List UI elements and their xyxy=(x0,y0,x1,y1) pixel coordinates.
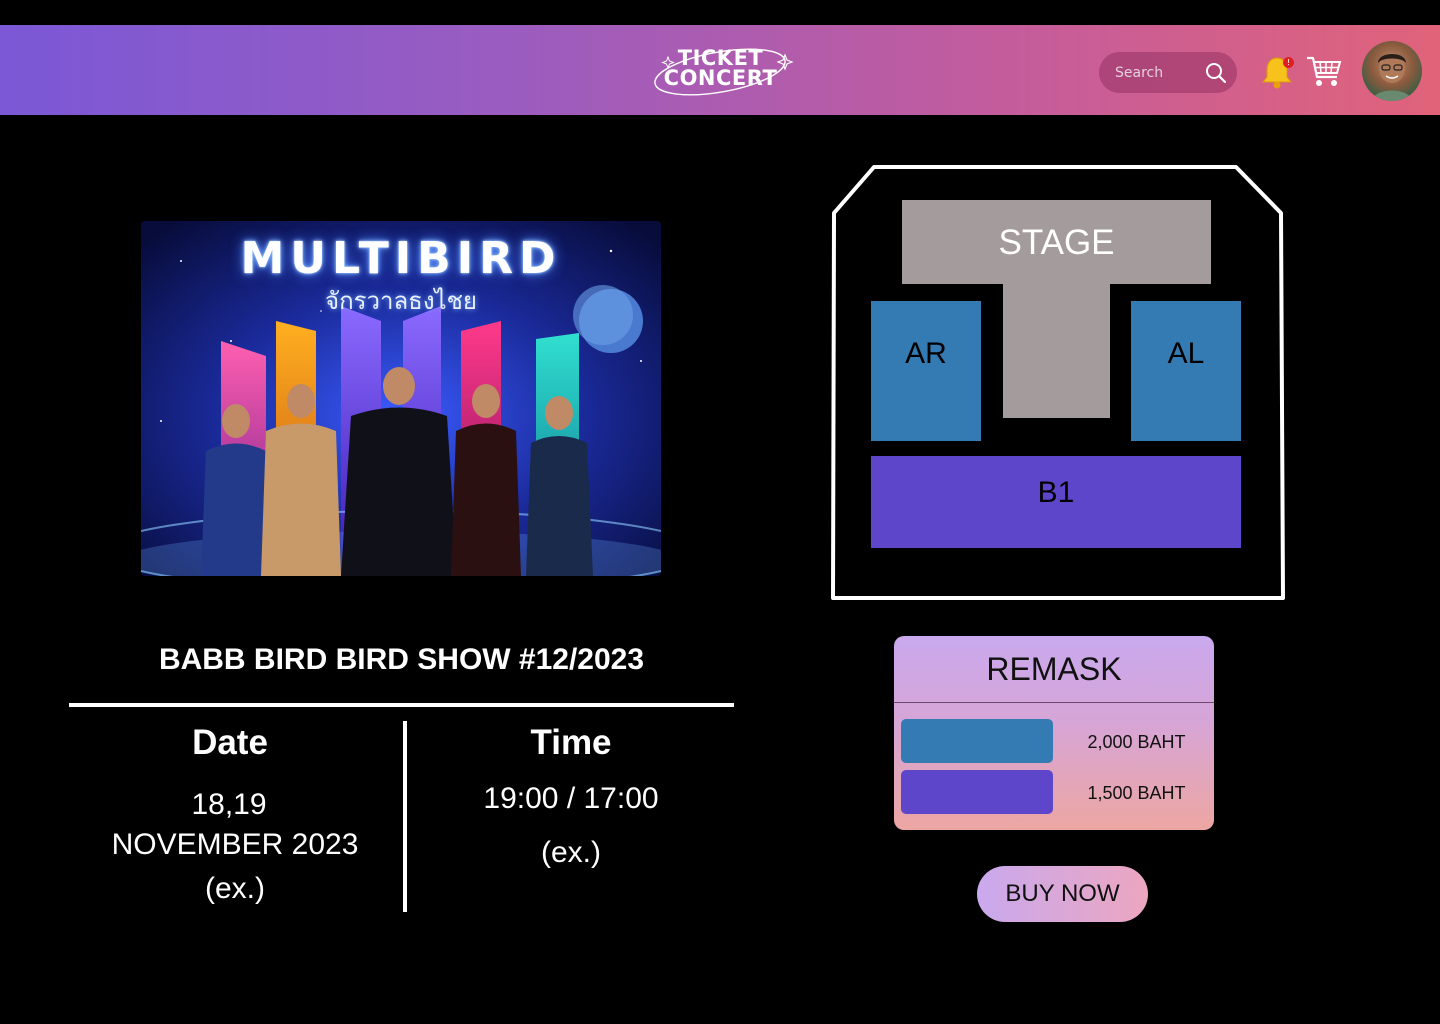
show-title: BABB BIRD BIRD SHOW #12/2023 xyxy=(158,643,645,676)
price-legend-card: REMASK 2,000 BAHT 1,500 BAHT xyxy=(894,636,1214,830)
search-input[interactable] xyxy=(1115,62,1205,84)
avatar-portrait-icon xyxy=(1372,53,1412,101)
time-heading: Time xyxy=(530,723,612,762)
time-note: (ex.) xyxy=(541,836,601,869)
zone-label-al: AL xyxy=(1167,337,1205,370)
price-swatch-zone-a xyxy=(901,719,1053,763)
concert-poster: MULTIBIRD จักรวาลธงไชย xyxy=(141,221,661,576)
price-swatch-zone-b xyxy=(901,770,1053,814)
seat-zone-b1[interactable]: B1 xyxy=(871,456,1241,548)
seat-map: STAGE AR AL B1 xyxy=(826,163,1286,603)
price-zone-a: 2,000 BAHT xyxy=(1087,732,1186,752)
time-values: 19:00 / 17:00 xyxy=(483,782,659,815)
zone-label-ar: AR xyxy=(905,337,947,370)
search-box[interactable] xyxy=(1099,52,1237,93)
price-zone-b: 1,500 BAHT xyxy=(1087,783,1186,803)
poster-subtitle: จักรวาลธงไชย xyxy=(325,287,477,315)
notification-button[interactable]: ! xyxy=(1259,54,1295,90)
stage-label: STAGE xyxy=(998,223,1115,262)
price-legend-divider xyxy=(894,702,1214,703)
ticket-concert-logo[interactable]: TICKET CONCERT xyxy=(650,39,795,103)
search-icon[interactable] xyxy=(1204,61,1228,85)
price-legend-title: REMASK xyxy=(986,651,1122,687)
seat-zone-ar[interactable]: AR xyxy=(871,301,981,441)
info-divider-horizontal xyxy=(69,703,734,707)
cart-icon xyxy=(1307,56,1342,86)
zone-label-b1: B1 xyxy=(1037,476,1075,509)
cart-button[interactable] xyxy=(1305,53,1343,89)
date-month-year: NOVEMBER 2023 xyxy=(111,828,359,861)
top-nav-bar: TICKET CONCERT ! xyxy=(0,25,1440,115)
date-note: (ex.) xyxy=(205,872,265,905)
date-heading: Date xyxy=(192,723,268,762)
buy-now-button[interactable]: BUY NOW xyxy=(977,866,1148,922)
seat-zone-al[interactable]: AL xyxy=(1131,301,1241,441)
notification-badge: ! xyxy=(1283,57,1294,68)
info-divider-vertical xyxy=(403,721,407,912)
logo-text-concert: CONCERT xyxy=(663,66,778,90)
user-avatar[interactable] xyxy=(1362,41,1422,101)
stage-runway xyxy=(1003,281,1110,418)
poster-title: MULTIBIRD xyxy=(240,233,562,284)
date-days: 18,19 xyxy=(191,788,267,821)
